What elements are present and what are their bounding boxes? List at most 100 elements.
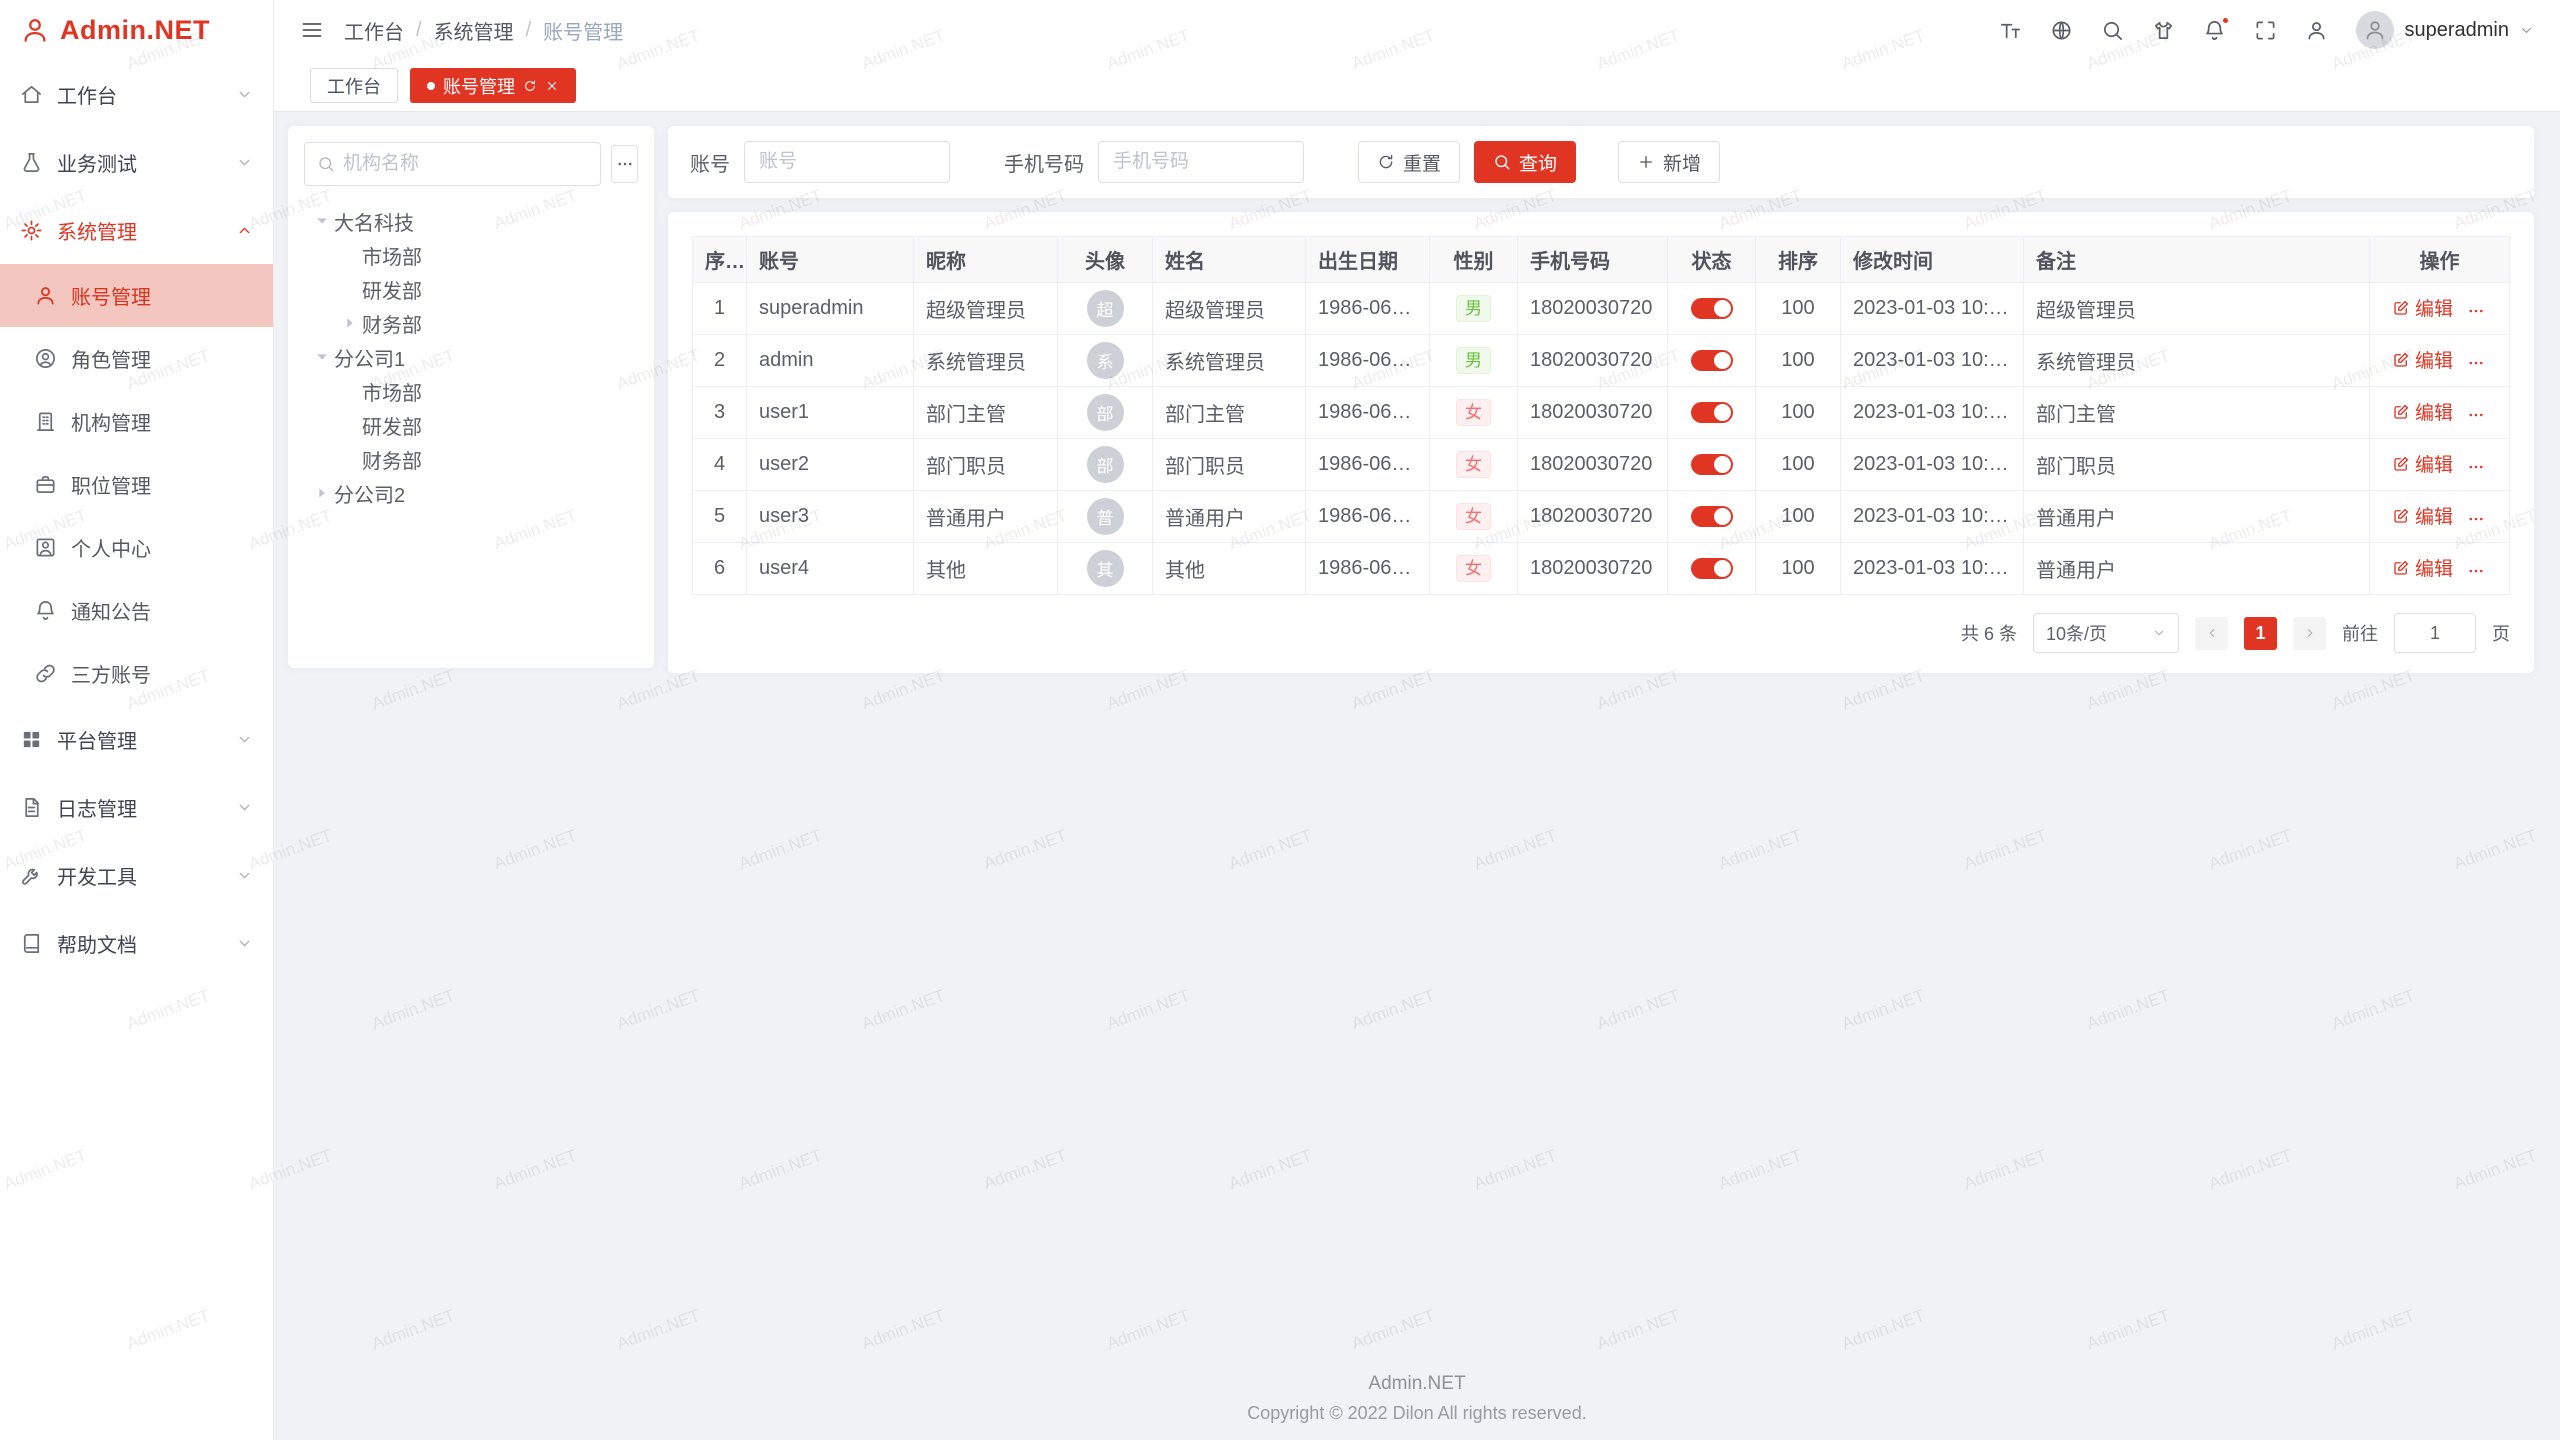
status-toggle[interactable] [1691, 298, 1733, 319]
tree-node-财务部[interactable]: 财务部 [304, 306, 638, 340]
fullscreen-icon[interactable] [2254, 19, 2277, 42]
page-number-button[interactable]: 1 [2244, 617, 2277, 650]
more-actions-button[interactable] [2465, 406, 2487, 424]
sidebar-item-系统管理[interactable]: 系统管理 [0, 196, 273, 264]
breadcrumb-item[interactable]: 系统管理 [434, 16, 514, 45]
tree-node-研发部[interactable]: 研发部 [304, 272, 638, 306]
reset-button[interactable]: 重置 [1358, 141, 1460, 183]
prev-page-button[interactable] [2195, 617, 2228, 650]
tab-account-management[interactable]: 账号管理 [410, 68, 576, 103]
sidebar-item-label: 机构管理 [71, 407, 253, 436]
caret-collapsed-icon[interactable] [342, 315, 358, 331]
tree-node-财务部[interactable]: 财务部 [304, 442, 638, 476]
cell-gender: 女 [1430, 543, 1518, 595]
tree-node-研发部[interactable]: 研发部 [304, 408, 638, 442]
sidebar-item-机构管理[interactable]: 机构管理 [0, 390, 273, 453]
sidebar-item-业务测试[interactable]: 业务测试 [0, 128, 273, 196]
cell-phone: 18020030720 [1518, 283, 1668, 335]
sidebar-item-职位管理[interactable]: 职位管理 [0, 453, 273, 516]
cell-account: user1 [747, 387, 914, 439]
edit-button[interactable]: 编辑 [2392, 398, 2453, 425]
sidebar-item-账号管理[interactable]: 账号管理 [0, 264, 273, 327]
tree-node-分公司2[interactable]: 分公司2 [304, 476, 638, 510]
edit-button[interactable]: 编辑 [2392, 294, 2453, 321]
table-row: 2admin系统管理员系系统管理员1986-06-28男180200307201… [693, 335, 2510, 387]
toggle-knob [1714, 352, 1731, 369]
cell-gender: 女 [1430, 387, 1518, 439]
cell-birthdate: 1986-06-28 [1306, 491, 1430, 543]
tree-node-市场部[interactable]: 市场部 [304, 374, 638, 408]
app-logo[interactable]: Admin.NET [0, 0, 273, 60]
status-toggle[interactable] [1691, 506, 1733, 527]
status-toggle[interactable] [1691, 454, 1733, 475]
status-toggle[interactable] [1691, 350, 1733, 371]
caret-collapsed-icon[interactable] [314, 485, 330, 501]
cell-avatar: 超 [1058, 283, 1153, 335]
cell-status [1668, 283, 1756, 335]
next-page-button[interactable] [2293, 617, 2326, 650]
sidebar-item-个人中心[interactable]: 个人中心 [0, 516, 273, 579]
status-toggle[interactable] [1691, 558, 1733, 579]
more-actions-button[interactable] [2465, 302, 2487, 320]
cell-name: 部门职员 [1153, 439, 1306, 491]
org-tree: 大名科技市场部研发部财务部分公司1市场部研发部财务部分公司2 [304, 204, 638, 510]
tree-node-市场部[interactable]: 市场部 [304, 238, 638, 272]
phone-filter-input[interactable] [1098, 141, 1304, 183]
cell-nickname: 系统管理员 [914, 335, 1058, 387]
user-menu[interactable]: superadmin [2356, 11, 2534, 49]
goto-page-input[interactable] [2394, 613, 2476, 653]
theme-icon[interactable] [2152, 19, 2175, 42]
toggle-knob [1714, 300, 1731, 317]
search-icon[interactable] [2101, 19, 2124, 42]
cell-modified-time: 2023-01-03 10:59:44 [1841, 439, 2024, 491]
sidebar-item-三方账号[interactable]: 三方账号 [0, 642, 273, 705]
flask-icon [20, 151, 43, 174]
caret-expanded-icon[interactable] [314, 349, 330, 365]
caret-expanded-icon[interactable] [314, 213, 330, 229]
sidebar-item-日志管理[interactable]: 日志管理 [0, 773, 273, 841]
user-avatar: 普 [1087, 498, 1124, 535]
tab-close-icon[interactable] [545, 79, 559, 93]
more-actions-button[interactable] [2465, 562, 2487, 580]
language-icon[interactable] [2050, 19, 2073, 42]
cell-order: 100 [1756, 491, 1841, 543]
sidebar-item-label: 工作台 [57, 80, 222, 109]
more-actions-button[interactable] [2465, 354, 2487, 372]
cell-account: superadmin [747, 283, 914, 335]
cell-actions: 编辑 [2370, 387, 2510, 439]
tab-refresh-icon[interactable] [523, 79, 537, 93]
account-filter-input[interactable] [744, 141, 950, 183]
page-size-select[interactable]: 10条/页 [2033, 613, 2179, 653]
sidebar-item-平台管理[interactable]: 平台管理 [0, 705, 273, 773]
sidebar-item-工作台[interactable]: 工作台 [0, 60, 273, 128]
tree-more-button[interactable] [611, 145, 638, 183]
sidebar-item-开发工具[interactable]: 开发工具 [0, 841, 273, 909]
user-info-icon[interactable] [2305, 19, 2328, 42]
tab-workbench[interactable]: 工作台 [310, 68, 398, 103]
sidebar-item-帮助文档[interactable]: 帮助文档 [0, 909, 273, 977]
org-search-input[interactable] [343, 153, 588, 175]
cell-avatar: 其 [1058, 543, 1153, 595]
edit-button[interactable]: 编辑 [2392, 502, 2453, 529]
chevron-left-icon [2205, 626, 2219, 640]
edit-button[interactable]: 编辑 [2392, 450, 2453, 477]
sidebar-item-通知公告[interactable]: 通知公告 [0, 579, 273, 642]
cell-seq: 1 [693, 283, 747, 335]
column-header-修改时间: 修改时间 [1841, 237, 2024, 283]
font-size-icon[interactable] [1999, 19, 2022, 42]
more-actions-button[interactable] [2465, 510, 2487, 528]
tree-node-分公司1[interactable]: 分公司1 [304, 340, 638, 374]
column-header-性别: 性别 [1430, 237, 1518, 283]
hamburger-menu-icon[interactable] [300, 18, 324, 42]
more-actions-button[interactable] [2465, 458, 2487, 476]
tree-node-大名科技[interactable]: 大名科技 [304, 204, 638, 238]
status-toggle[interactable] [1691, 402, 1733, 423]
notification-icon[interactable] [2203, 19, 2226, 42]
edit-button[interactable]: 编辑 [2392, 346, 2453, 373]
search-button[interactable]: 查询 [1474, 141, 1576, 183]
breadcrumb-item[interactable]: 工作台 [344, 16, 404, 45]
add-button[interactable]: 新增 [1618, 141, 1720, 183]
sidebar-item-角色管理[interactable]: 角色管理 [0, 327, 273, 390]
breadcrumb-separator: / [416, 19, 422, 42]
edit-button[interactable]: 编辑 [2392, 554, 2453, 581]
